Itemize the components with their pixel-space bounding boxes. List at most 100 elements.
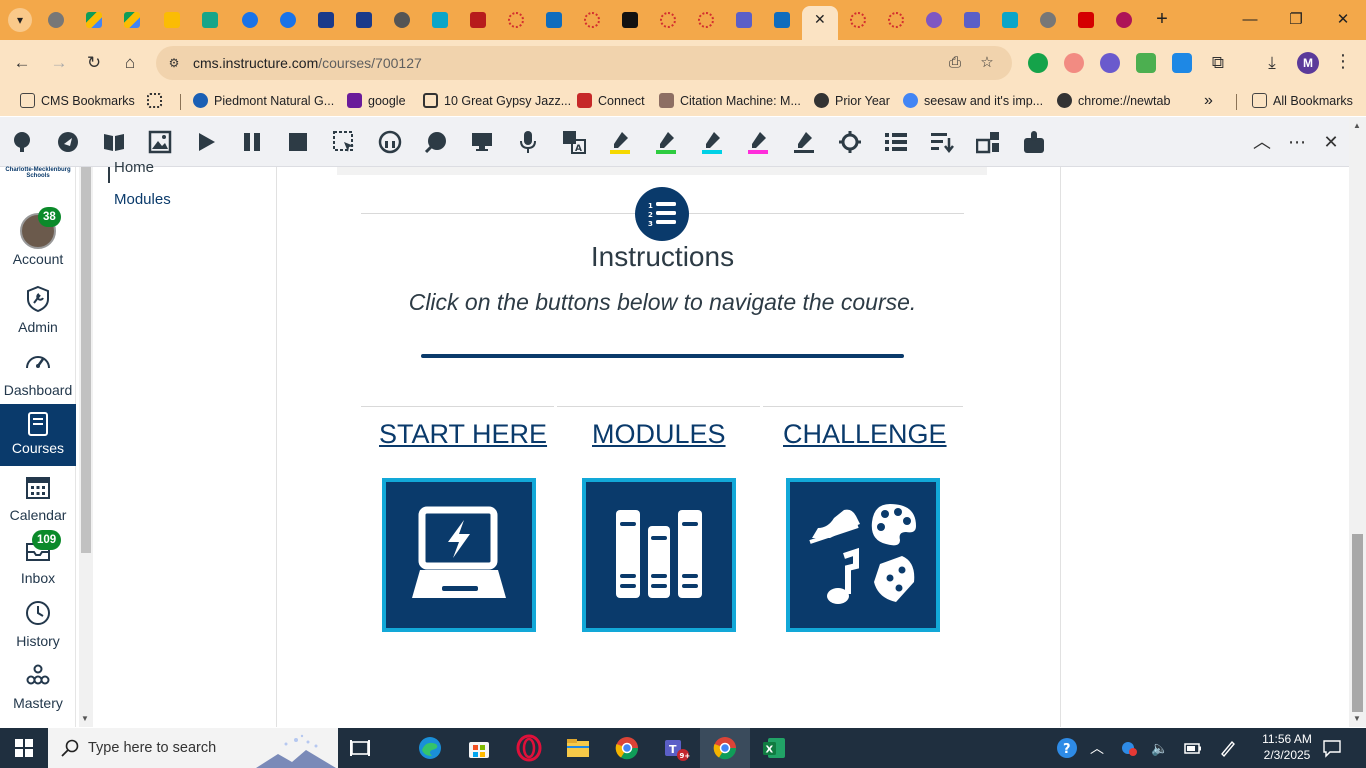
teams-icon[interactable]: T 9+ <box>662 734 690 762</box>
install-app-icon[interactable]: ⎙ <box>946 54 964 72</box>
simplify-icon[interactable] <box>930 130 954 154</box>
modules-tile-button[interactable] <box>582 478 736 632</box>
chrome-menu-icon[interactable]: ⋮ <box>1334 51 1352 72</box>
play-icon[interactable] <box>194 130 218 154</box>
forward-icon[interactable]: → <box>47 51 71 75</box>
close-toolbar-icon[interactable]: ✕ <box>1319 130 1343 154</box>
help-icon[interactable]: ? <box>1055 736 1079 760</box>
microsoft-store-icon[interactable] <box>465 734 493 762</box>
screenshot-reader-icon[interactable] <box>332 130 356 154</box>
volume-icon[interactable]: 🔈 <box>1150 738 1170 758</box>
district-logo[interactable]: Charlotte-Mecklenburg Schools <box>0 167 76 179</box>
tab[interactable] <box>764 6 800 34</box>
page-layout-icon[interactable] <box>976 130 1000 154</box>
collect-highlights-icon[interactable] <box>838 130 862 154</box>
back-icon[interactable]: ← <box>10 51 34 75</box>
profile-avatar[interactable]: M <box>1297 52 1319 74</box>
more-options-icon[interactable]: ⋯ <box>1285 130 1309 154</box>
minimize-icon[interactable]: — <box>1238 8 1262 32</box>
start-here-link[interactable]: START HERE <box>379 419 547 450</box>
tab[interactable] <box>954 6 990 34</box>
page-scrollbar[interactable]: ▲ ▼ <box>1349 117 1366 727</box>
tab[interactable] <box>1106 6 1142 34</box>
prediction-icon[interactable] <box>56 130 80 154</box>
windows-start-icon[interactable] <box>0 728 48 768</box>
extension-icon[interactable] <box>1136 53 1156 73</box>
tab[interactable] <box>992 6 1028 34</box>
translator-icon[interactable]: A <box>562 130 586 154</box>
vpn-icon[interactable] <box>1119 738 1139 758</box>
edge-icon[interactable] <box>416 734 444 762</box>
tab[interactable] <box>878 6 914 34</box>
pen-icon[interactable] <box>1218 738 1238 758</box>
tab[interactable] <box>76 6 112 34</box>
bookmark-prior-year[interactable]: Prior Year <box>814 92 890 110</box>
highlighter-pink-icon[interactable] <box>746 130 770 154</box>
start-here-tile-button[interactable] <box>382 478 536 632</box>
tab[interactable] <box>916 6 952 34</box>
excel-icon[interactable]: X <box>760 734 788 762</box>
highlighter-yellow-icon[interactable] <box>608 130 632 154</box>
restore-icon[interactable]: ❐ <box>1284 8 1308 32</box>
tab[interactable] <box>650 6 686 34</box>
scroll-down-icon[interactable]: ▼ <box>81 714 89 723</box>
nav-dashboard[interactable]: Dashboard <box>0 344 76 406</box>
more-bookmarks-icon[interactable]: » <box>1204 92 1213 110</box>
bookmark-connect[interactable]: Connect <box>577 92 645 110</box>
tab[interactable] <box>346 6 382 34</box>
challenge-link[interactable]: CHALLENGE <box>783 419 947 450</box>
nav-mastery[interactable]: Mastery <box>0 657 76 719</box>
chrome-icon[interactable] <box>613 734 641 762</box>
modules-link[interactable]: MODULES <box>592 419 726 450</box>
chrome-icon[interactable] <box>711 734 739 762</box>
voice-note-icon[interactable] <box>1022 130 1046 154</box>
task-view-icon[interactable] <box>346 734 374 762</box>
new-tab-button[interactable]: + <box>1150 8 1174 32</box>
pause-icon[interactable] <box>240 130 264 154</box>
tab[interactable] <box>574 6 610 34</box>
highlighter-cyan-icon[interactable] <box>700 130 724 154</box>
tab[interactable] <box>612 6 648 34</box>
nav-courses[interactable]: Courses <box>0 404 76 466</box>
tab[interactable] <box>154 6 190 34</box>
extension-icon[interactable] <box>1172 53 1192 73</box>
show-hidden-icons-icon[interactable]: ︿ <box>1087 738 1107 758</box>
tab[interactable] <box>308 6 344 34</box>
scrollbar-thumb[interactable] <box>1352 534 1363 712</box>
nav-inbox[interactable]: 109 Inbox <box>0 530 76 594</box>
audio-maker-icon[interactable] <box>378 130 402 154</box>
highlighter-green-icon[interactable] <box>654 130 678 154</box>
picture-dictionary-icon[interactable] <box>148 130 172 154</box>
bookmark-seesaw[interactable]: seesaw and it's imp... <box>903 92 1043 110</box>
tab[interactable] <box>726 6 762 34</box>
notifications-icon[interactable] <box>1322 738 1342 758</box>
tab[interactable] <box>536 6 572 34</box>
tab[interactable] <box>38 6 74 34</box>
address-bar[interactable]: ⚙ cms.instructure.com/courses/700127 ⎙ ☆ <box>156 46 1012 80</box>
challenge-tile-button[interactable] <box>786 478 940 632</box>
reload-icon[interactable]: ↻ <box>82 51 106 75</box>
close-tab-icon[interactable]: ✕ <box>814 11 826 28</box>
nav-history[interactable]: History <box>0 595 76 657</box>
opera-icon[interactable] <box>515 734 543 762</box>
scroll-down-icon[interactable]: ▼ <box>1353 714 1361 723</box>
tab-search-chevron-icon[interactable]: ▾ <box>8 8 32 32</box>
close-window-icon[interactable]: ✕ <box>1331 8 1355 32</box>
home-icon[interactable]: ⌂ <box>118 51 142 75</box>
tab[interactable] <box>384 6 420 34</box>
extensions-puzzle-icon[interactable]: ⧉ <box>1208 53 1228 73</box>
scroll-up-icon[interactable]: ▲ <box>1353 121 1361 130</box>
nav-account[interactable]: 38 Account <box>0 199 76 267</box>
taskbar-search-box[interactable]: Type here to search <box>48 728 338 768</box>
web-search-icon[interactable] <box>470 130 494 154</box>
tab[interactable] <box>688 6 724 34</box>
screen-mask-icon[interactable] <box>424 130 448 154</box>
bookmark-citation-machine[interactable]: Citation Machine: M... <box>659 92 801 110</box>
global-nav-scrollbar[interactable]: ▼ <box>79 167 93 727</box>
microphone-icon[interactable] <box>516 130 540 154</box>
tab[interactable] <box>1068 6 1104 34</box>
tab[interactable] <box>840 6 876 34</box>
logo-icon[interactable] <box>10 130 34 154</box>
bookmark-gypsy-jazz[interactable]: 10 Great Gypsy Jazz... <box>423 92 571 110</box>
tab[interactable] <box>192 6 228 34</box>
